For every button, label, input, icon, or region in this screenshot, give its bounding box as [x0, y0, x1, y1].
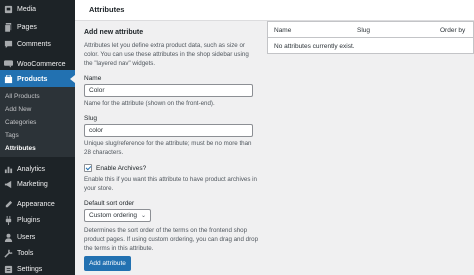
plugins-icon [4, 215, 13, 225]
submenu-item-add-new[interactable]: Add New [5, 106, 31, 113]
sort-order-value: Custom ordering [89, 212, 138, 219]
column-header-slug[interactable]: Slug [357, 27, 370, 34]
sort-order-label: Default sort order [84, 200, 135, 207]
analytics-icon [4, 165, 13, 174]
sidebar-item-label: Users [17, 233, 36, 241]
submenu-item-categories[interactable]: Categories [5, 119, 36, 126]
sidebar-item-label: Appearance [17, 200, 55, 208]
sidebar-item-marketing[interactable]: Marketing [0, 175, 75, 193]
products-icon [4, 74, 13, 84]
media-icon [4, 5, 13, 14]
sidebar-item-label: Settings [17, 265, 43, 273]
page-title: Attributes [89, 5, 125, 14]
pages-icon [4, 22, 13, 32]
attributes-table: Name Slug Order by No attributes current… [267, 21, 474, 54]
sidebar-item-label: Marketing [17, 180, 48, 188]
sidebar-item-comments[interactable]: Comments [0, 35, 75, 53]
add-attribute-button[interactable]: Add attribute [84, 256, 131, 271]
form-intro-text: Attributes let you define extra product … [84, 42, 249, 67]
sidebar-item-label: Media [17, 5, 37, 13]
slug-help-text: Unique slug/reference for the attribute;… [84, 140, 252, 156]
slug-label: Slug [84, 115, 98, 122]
submenu-item-all-products[interactable]: All Products [5, 93, 40, 100]
marketing-icon [4, 180, 13, 189]
name-help-text: Name for the attribute (shown on the fro… [84, 100, 215, 107]
woocommerce-icon [4, 60, 13, 69]
column-header-order-by[interactable]: Order by [440, 27, 465, 34]
submenu-item-attributes[interactable]: Attributes [5, 145, 36, 152]
name-input[interactable]: Color [84, 84, 253, 97]
appearance-icon [4, 200, 13, 209]
sidebar-item-label: Tools [17, 249, 34, 257]
admin-sidebar: Media Pages Comments WooCommerce Product… [0, 0, 75, 275]
sort-order-select[interactable]: Custom ordering ⌄ [84, 209, 151, 222]
sidebar-item-products[interactable]: Products [0, 70, 75, 88]
table-divider [268, 37, 474, 38]
slug-input[interactable]: color [84, 124, 253, 137]
sidebar-item-plugins[interactable]: Plugins [0, 211, 75, 229]
column-header-name[interactable]: Name [274, 27, 291, 34]
sidebar-item-label: WooCommerce [17, 60, 66, 68]
sidebar-item-label: Plugins [17, 216, 40, 224]
products-submenu: All Products Add New Categories Tags Att… [0, 87, 75, 157]
name-label: Name [84, 75, 102, 82]
page-header: Attributes [75, 0, 474, 21]
sort-order-help-text: Determines the sort order of the terms o… [84, 227, 259, 252]
add-attribute-heading: Add new attribute [84, 29, 144, 36]
tools-icon [4, 248, 13, 258]
submenu-item-tags[interactable]: Tags [5, 132, 19, 139]
sidebar-item-label: Analytics [17, 165, 46, 173]
sidebar-item-label: Comments [17, 40, 51, 48]
enable-archives-checkbox[interactable] [84, 164, 92, 172]
sidebar-item-media[interactable]: Media [0, 0, 75, 18]
sidebar-item-pages[interactable]: Pages [0, 18, 75, 36]
enable-archives-label: Enable Archives? [96, 165, 147, 172]
settings-icon [4, 265, 13, 274]
empty-table-message: No attributes currently exist. [274, 43, 355, 50]
archives-help-text: Enable this if you want this attribute t… [84, 176, 258, 192]
sidebar-item-label: Products [17, 75, 48, 83]
comments-icon [4, 40, 13, 49]
sidebar-item-settings[interactable]: Settings [0, 260, 75, 275]
chevron-down-icon: ⌄ [140, 213, 146, 219]
users-icon [4, 233, 13, 242]
sidebar-item-label: Pages [17, 23, 37, 31]
